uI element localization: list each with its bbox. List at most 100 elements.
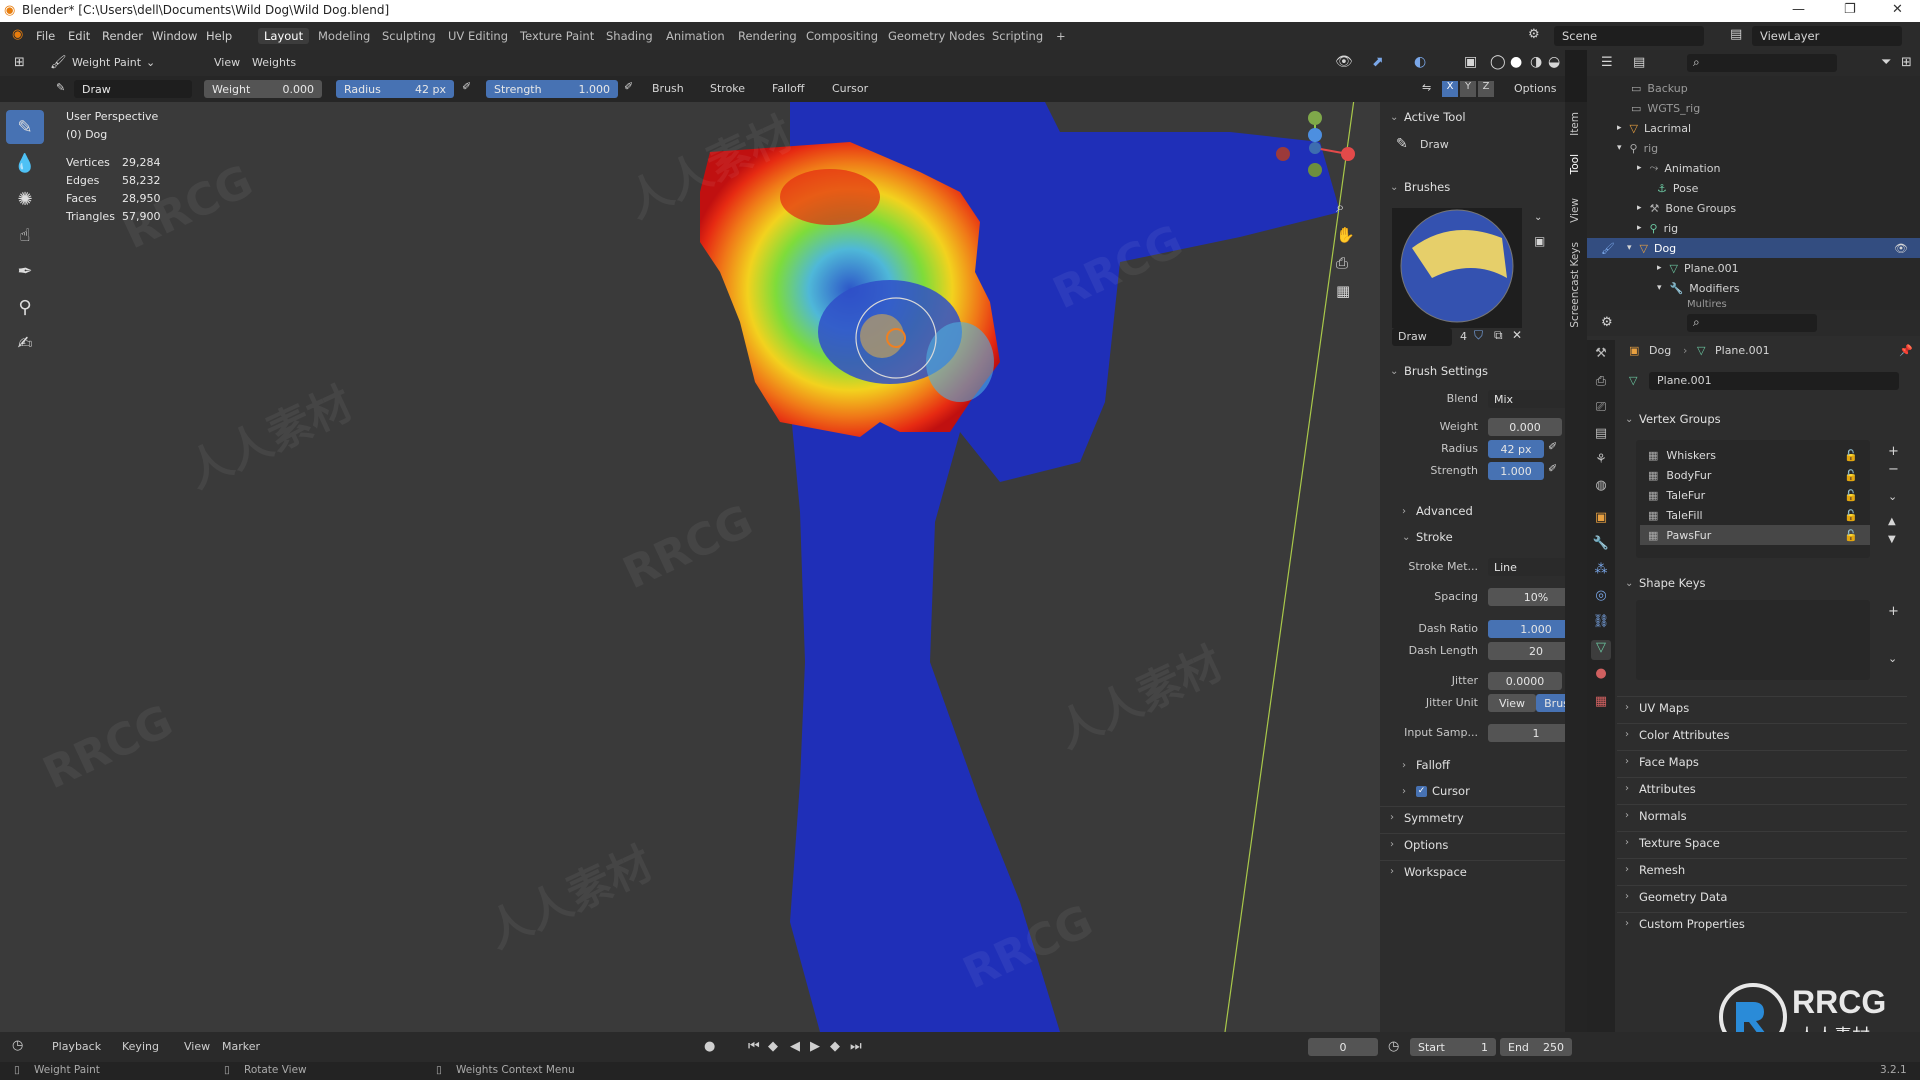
shape-key-menu-icon[interactable]: ⌄ [1888, 652, 1897, 665]
tool-name-field[interactable]: Draw [74, 80, 192, 98]
visibility-eye-icon[interactable]: 👁 [1894, 242, 1908, 255]
stroke-subsection[interactable]: ⌄ Stroke [1380, 526, 1565, 548]
tab-shading[interactable]: Shading [600, 28, 659, 44]
mirror-icon[interactable]: ⇋ [1422, 81, 1431, 94]
list-item[interactable]: ▦ TaleFur 🔓 [1640, 485, 1870, 505]
cursor-checkbox[interactable]: ✓ [1416, 785, 1427, 797]
jitter-slider[interactable]: 0.0000 [1488, 672, 1562, 690]
mesh-name-field[interactable]: Plane.001 [1649, 372, 1899, 390]
uv-maps-section-header[interactable]: › UV Maps [1617, 696, 1907, 718]
output-tab-icon[interactable]: ⎚ [1591, 400, 1611, 420]
close-button[interactable]: ✕ [1892, 2, 1903, 17]
tab-animation[interactable]: Animation [660, 28, 731, 44]
expand-arrow-icon[interactable]: ▸ [1657, 263, 1662, 273]
object-tab-icon[interactable]: ▣ [1591, 510, 1611, 530]
scene-selector[interactable]: Scene [1554, 26, 1704, 46]
expand-arrow-icon[interactable]: ▸ [1617, 123, 1622, 133]
tab-sculpting[interactable]: Sculpting [376, 28, 442, 44]
unlink-brush-icon[interactable]: ✕ [1512, 328, 1522, 342]
brush-list-chevron-icon[interactable]: ⌄ [1534, 212, 1542, 223]
list-item[interactable]: ▦ TaleFill 🔓 [1640, 505, 1870, 525]
menu-help[interactable]: Help [206, 29, 232, 43]
cursor-dropdown[interactable]: Cursor [832, 82, 868, 95]
options-section-header[interactable]: › Options [1380, 833, 1565, 855]
play-icon[interactable]: ▶ [810, 1039, 820, 1054]
annotate-tool-icon[interactable]: ✍ [6, 326, 44, 360]
scene-tab-icon[interactable]: ⚘ [1591, 452, 1611, 472]
outliner-row[interactable]: Multires [1587, 298, 1920, 310]
menu-weights[interactable]: Weights [252, 56, 296, 69]
brush-settings-section-header[interactable]: ⌄ Brush Settings [1380, 360, 1565, 382]
expand-arrow-icon[interactable]: ▸ [1637, 203, 1642, 213]
display-mode-icon[interactable]: ▤ [1633, 55, 1645, 70]
tab-item[interactable]: Item [1569, 112, 1581, 136]
stroke-dropdown[interactable]: Stroke [710, 82, 745, 95]
camera-view-icon[interactable]: ⎙ [1336, 254, 1348, 272]
menu-edit[interactable]: Edit [68, 29, 90, 43]
outliner-row[interactable]: ⚓ Pose [1587, 178, 1920, 198]
maximize-button[interactable]: ❐ [1844, 2, 1856, 17]
preview-range-icon[interactable]: ◷ [1388, 1039, 1399, 1054]
axis-y-toggle[interactable]: Y [1460, 81, 1476, 97]
3d-viewport[interactable]: User Perspective (0) Dog Vertices 29,284… [0, 102, 1565, 1032]
geometry-data-section-header[interactable]: › Geometry Data [1617, 885, 1907, 907]
shading-wireframe-icon[interactable]: ◯ [1490, 54, 1506, 70]
outliner-row[interactable]: ▾ ⚲ rig [1587, 138, 1920, 158]
world-tab-icon[interactable]: ◍ [1591, 478, 1611, 498]
remesh-section-header[interactable]: › Remesh [1617, 858, 1907, 880]
collapse-arrow-icon[interactable]: ▾ [1617, 143, 1622, 153]
filter-icon[interactable]: ⏷ [1881, 55, 1891, 70]
menu-file[interactable]: File [36, 29, 55, 43]
shading-rendered-icon[interactable]: ◒ [1548, 54, 1560, 70]
record-icon[interactable]: ● [704, 1039, 715, 1054]
timeline-editor-icon[interactable]: ◷ [12, 1038, 23, 1053]
jump-end-icon[interactable]: ⏭ [850, 1039, 862, 1054]
sample-weight-tool-icon[interactable]: ⚲ [6, 290, 44, 324]
shape-keys-section-header[interactable]: ⌄ Shape Keys [1617, 572, 1907, 594]
breadcrumb-mesh[interactable]: Plane.001 [1715, 344, 1770, 357]
radius-field[interactable]: Radius 42 px [336, 80, 454, 98]
brushes-section-header[interactable]: ⌄ Brushes [1380, 176, 1565, 198]
outliner-row[interactable]: ▭ Backup [1587, 78, 1920, 98]
add-workspace-button[interactable]: + [1050, 28, 1072, 44]
view-menu[interactable]: View [184, 1040, 210, 1053]
smear-tool-icon[interactable]: ☝ [6, 218, 44, 252]
outliner-row[interactable]: ▭ WGTS_rig [1587, 98, 1920, 118]
radius-slider[interactable]: 42 px [1488, 440, 1544, 458]
add-shape-key-button[interactable]: + [1888, 604, 1899, 619]
blender-menu-icon[interactable]: ◉ [12, 27, 23, 42]
play-reverse-icon[interactable]: ◀ [790, 1039, 800, 1054]
outliner-editor-icon[interactable]: ☰ [1601, 55, 1613, 70]
pin-icon[interactable]: 📌 [1899, 344, 1913, 357]
outliner-row[interactable]: ▸ ⚲ rig [1587, 218, 1920, 238]
end-frame-field[interactable]: End 250 [1500, 1038, 1572, 1056]
view-object-types-icon[interactable]: 👁 [1335, 54, 1353, 70]
brush-preview-thumbnail[interactable] [1392, 208, 1522, 328]
zoom-icon[interactable]: ⌕ [1336, 198, 1344, 216]
tab-uv-editing[interactable]: UV Editing [442, 28, 514, 44]
list-item[interactable]: ▦ Whiskers 🔓 [1640, 445, 1870, 465]
advanced-subsection[interactable]: › Advanced [1380, 500, 1565, 522]
pen-pressure-icon[interactable]: ✐ [462, 80, 471, 93]
constraints-tab-icon[interactable]: ⛓ [1591, 614, 1611, 634]
new-collection-icon[interactable]: ⊞ [1901, 55, 1912, 70]
particles-tab-icon[interactable]: ⁂ [1591, 562, 1611, 582]
outliner-search-input[interactable]: ⌕ [1687, 54, 1837, 72]
viewlayer-selector[interactable]: ViewLayer [1752, 26, 1902, 46]
normals-section-header[interactable]: › Normals [1617, 804, 1907, 826]
attributes-section-header[interactable]: › Attributes [1617, 777, 1907, 799]
ortho-grid-icon[interactable]: ▦ [1336, 282, 1350, 300]
outliner-row[interactable]: ▸ ⚒ Bone Groups [1587, 198, 1920, 218]
collapse-arrow-icon[interactable]: ▾ [1627, 243, 1632, 253]
tool-tab-icon[interactable]: ⚒ [1591, 346, 1611, 366]
tab-compositing[interactable]: Compositing [800, 28, 884, 44]
fake-user-shield-icon[interactable]: ⛉ [1474, 328, 1483, 343]
strength-field[interactable]: Strength 1.000 [486, 80, 618, 98]
pan-hand-icon[interactable]: ✋ [1336, 226, 1355, 244]
playback-menu[interactable]: Playback [52, 1040, 101, 1053]
jump-start-icon[interactable]: ⏮ [748, 1039, 760, 1054]
draw-brush-tool-icon[interactable]: ✎ [6, 110, 44, 144]
mode-selector[interactable]: Weight Paint [72, 56, 141, 69]
properties-search-input[interactable]: ⌕ [1687, 314, 1817, 332]
keying-menu[interactable]: Keying [122, 1040, 159, 1053]
